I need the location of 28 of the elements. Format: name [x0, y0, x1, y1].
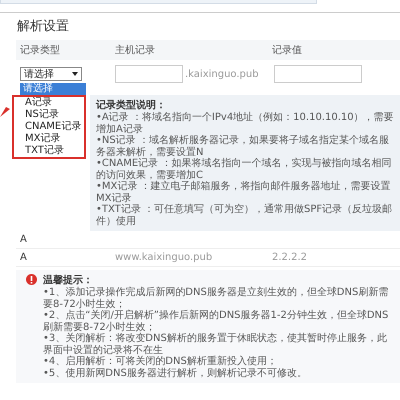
arrow-icon — [0, 107, 10, 117]
help-text: •MX记录 ：建立电子邮箱服务，将指向邮件服务器地址，需要设置MX记录 — [96, 181, 392, 204]
column-header: 主机记录 — [115, 44, 156, 57]
table-cell-text: www.kaixinguo.pub — [115, 252, 214, 263]
column-header: 记录值 — [272, 44, 303, 57]
table-cell-text: 2.2.2.2 — [272, 252, 308, 263]
help-title: 记录类型说明： — [96, 99, 167, 112]
tips-title: 温馨提示： — [43, 274, 94, 286]
tip-text: •3、关闭解析：将改变DNS解析的服务置于休眠状态，使其暂时停止服务，此界面中设置的记录将不在生 — [43, 333, 388, 356]
domain-suffix: .kaixinguo.pub — [185, 68, 259, 80]
column-header: 记录类型 — [20, 44, 61, 57]
help-text: •CNAME记录 ：如果将域名指向一个域名，实现与被指向域名相同的访问效果，需要增加C — [96, 158, 392, 180]
caret-icon — [72, 72, 78, 76]
value-input[interactable] — [274, 65, 362, 83]
section-title: 解析设置 — [17, 18, 70, 35]
record-type-select[interactable]: 请选择 — [20, 67, 82, 81]
tip-text: •1、添加记录操作完成后新网的DNS服务器是立刻生效的，但全球DNS刷新需要8-72小时生效； — [43, 287, 390, 310]
help-text: •TXT记录 ：可任意填写（可为空），通常用做SPF记录（反垃圾邮件）使用 — [96, 204, 394, 227]
tip-text: •2、点击“关闭/开启解析”操作后新网的DNS服务器1-2分钟生效，但全球DNS刷新需要8-72小时生效； — [43, 310, 390, 332]
tip-text: •5、使用新网DNS服务器进行解析，则解析记录不可修改。 — [43, 368, 308, 379]
help-text: •NS记录 ：域名解析服务器记录，如果要将子域名指定某个域名服务器来解析，需要设置N — [96, 135, 390, 158]
table-cell-text: A — [20, 252, 28, 263]
dropdown-option[interactable]: 请选择 — [20, 83, 86, 95]
host-input[interactable] — [115, 65, 183, 83]
table-cell-text: A — [20, 234, 28, 245]
warning-icon — [26, 274, 37, 285]
help-text: •A记录 ：将域名指向一个IPv4地址（例如：10.10.10.10），需要增加A记录 — [96, 112, 395, 134]
tip-text: •4、启用解析：可将关闭的DNS解析重新投入使用； — [43, 356, 278, 368]
